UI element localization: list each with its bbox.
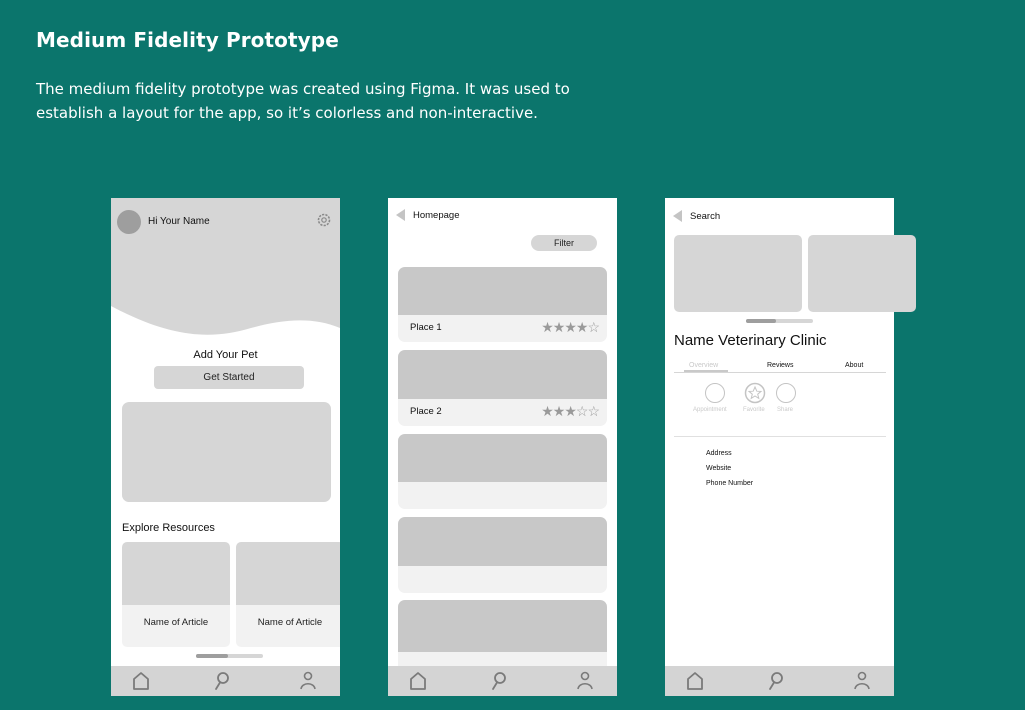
tab-reviews[interactable]: Reviews bbox=[767, 362, 793, 369]
carousel-scroll-track[interactable] bbox=[196, 654, 263, 658]
avatar[interactable] bbox=[117, 210, 141, 234]
website-label: Website bbox=[706, 465, 732, 472]
explore-resources-title: Explore Resources bbox=[122, 522, 215, 534]
home-icon[interactable] bbox=[686, 671, 704, 691]
filter-button[interactable]: Filter bbox=[531, 235, 597, 251]
photo-scroll-thumb[interactable] bbox=[746, 319, 776, 323]
back-arrow-icon[interactable] bbox=[673, 210, 683, 222]
bottom-nav bbox=[388, 666, 617, 696]
article-title: Name of Article bbox=[236, 605, 340, 647]
place-card[interactable]: Place 1 ★★★★☆ bbox=[398, 267, 607, 342]
photo-scroll-track[interactable] bbox=[746, 319, 813, 323]
share-icon[interactable] bbox=[776, 383, 796, 403]
appointment-icon[interactable] bbox=[705, 383, 725, 403]
tab-divider bbox=[674, 372, 886, 373]
clinic-detail-screen-mockup: Search Name Veterinary Clinic Overview R… bbox=[665, 198, 916, 696]
favorite-star-icon[interactable] bbox=[744, 382, 766, 404]
star-rating: ★★★☆☆ bbox=[541, 403, 600, 419]
home-icon[interactable] bbox=[132, 671, 150, 691]
back-arrow-icon[interactable] bbox=[396, 209, 406, 221]
back-label[interactable]: Search bbox=[690, 211, 720, 222]
section-divider bbox=[674, 436, 886, 437]
place-name: Place 2 bbox=[410, 406, 442, 417]
clinic-name: Name Veterinary Clinic bbox=[674, 332, 827, 349]
add-pet-title: Add Your Pet bbox=[193, 349, 258, 361]
settings-icon[interactable] bbox=[316, 212, 332, 228]
clinic-photo bbox=[674, 235, 802, 312]
profile-icon[interactable] bbox=[299, 671, 317, 691]
greeting-text: Hi Your Name bbox=[148, 216, 210, 227]
favorite-label: Favorite bbox=[743, 407, 765, 413]
clinic-photo bbox=[808, 235, 916, 312]
page-title: Medium Fidelity Prototype bbox=[36, 28, 339, 52]
appointment-label: Appointment bbox=[693, 407, 727, 413]
search-icon[interactable] bbox=[490, 671, 508, 691]
search-icon[interactable] bbox=[213, 671, 231, 691]
place-name: Place 1 bbox=[410, 322, 442, 333]
article-title: Name of Article bbox=[122, 605, 230, 647]
share-label: Share bbox=[777, 407, 794, 413]
phone-number-label: Phone Number bbox=[706, 480, 754, 487]
back-label[interactable]: Homepage bbox=[413, 210, 459, 221]
search-results-screen-mockup: Homepage Filter Place 1 ★★★★☆ Place 2 ★★… bbox=[388, 198, 617, 696]
home-icon[interactable] bbox=[409, 671, 427, 691]
bottom-nav bbox=[111, 666, 340, 696]
profile-icon[interactable] bbox=[853, 671, 871, 691]
profile-icon[interactable] bbox=[576, 671, 594, 691]
header-wave bbox=[111, 198, 340, 335]
article-card[interactable]: Name of Article bbox=[236, 542, 340, 647]
place-card[interactable] bbox=[398, 600, 607, 670]
pet-card-placeholder bbox=[122, 402, 331, 502]
place-card[interactable]: Place 2 ★★★☆☆ bbox=[398, 350, 607, 426]
tab-overview[interactable]: Overview bbox=[689, 362, 718, 369]
place-card[interactable] bbox=[398, 434, 607, 509]
page-description: The medium fidelity prototype was create… bbox=[36, 80, 570, 122]
get-started-button[interactable]: Get Started bbox=[154, 366, 304, 389]
home-screen-mockup: Hi Your Name Add Your Pet Get Started Ex… bbox=[111, 198, 340, 696]
tab-about[interactable]: About bbox=[845, 362, 863, 369]
place-card[interactable] bbox=[398, 517, 607, 593]
article-card[interactable]: Name of Article bbox=[122, 542, 230, 647]
search-icon[interactable] bbox=[767, 671, 785, 691]
address-label: Address bbox=[706, 450, 732, 457]
star-rating: ★★★★☆ bbox=[541, 319, 600, 335]
bottom-nav bbox=[665, 666, 894, 696]
carousel-scroll-thumb[interactable] bbox=[196, 654, 228, 658]
